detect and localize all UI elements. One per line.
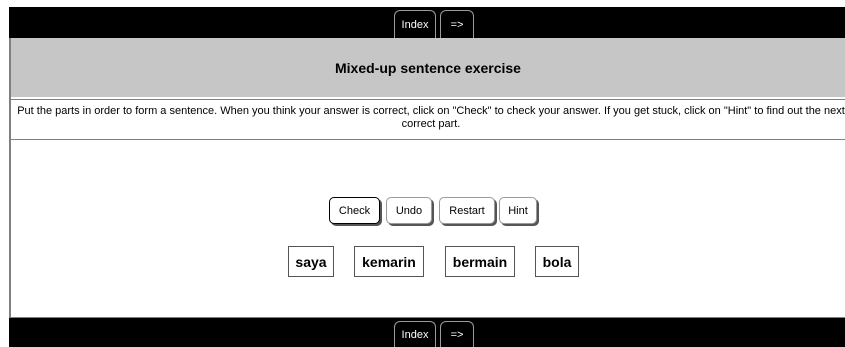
next-button[interactable]: =>: [440, 10, 474, 38]
bottom-navbar: Index =>: [9, 318, 845, 347]
word-tile[interactable]: bermain: [445, 246, 515, 277]
exercise-area: [11, 141, 845, 318]
top-navbar: Index =>: [9, 7, 845, 38]
restart-button[interactable]: Restart: [439, 197, 495, 224]
hint-button[interactable]: Hint: [499, 197, 537, 224]
index-button-bottom[interactable]: Index: [394, 321, 436, 347]
word-tile[interactable]: saya: [288, 246, 334, 277]
instructions-text: Put the parts in order to form a sentenc…: [11, 99, 845, 140]
check-button[interactable]: Check: [329, 197, 380, 224]
next-button-bottom[interactable]: =>: [440, 321, 474, 347]
word-tile[interactable]: bola: [535, 246, 579, 277]
undo-button[interactable]: Undo: [386, 197, 432, 224]
index-button[interactable]: Index: [394, 10, 436, 38]
word-tile[interactable]: kemarin: [354, 246, 424, 277]
page-title: Mixed-up sentence exercise: [11, 38, 845, 97]
